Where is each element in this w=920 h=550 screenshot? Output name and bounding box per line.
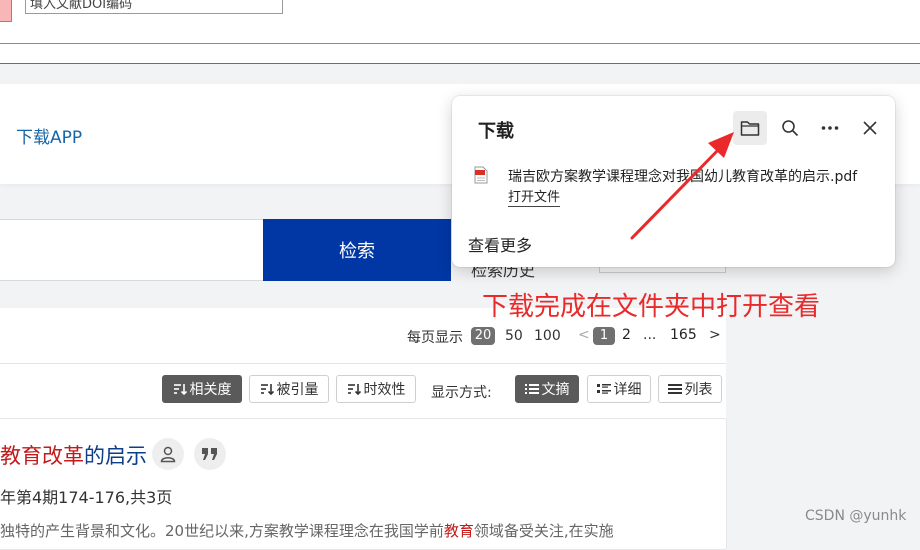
search-button[interactable]: 检索: [263, 219, 451, 281]
per-page-100[interactable]: 100: [534, 328, 561, 344]
more-icon: [821, 126, 839, 130]
result-title-highlight: 教育改革: [0, 444, 84, 468]
snippet-after: 领域备受关注,在实施: [473, 522, 614, 540]
view-detail-button[interactable]: 详细: [587, 375, 651, 403]
display-mode-label: 显示方式:: [431, 385, 492, 401]
result-snippet: 独特的产生背景和文化。20世纪以来,方案教学课程理念在我国学前教育领域备受关注,…: [0, 520, 726, 541]
per-page-20[interactable]: 20: [471, 327, 495, 345]
address-bar[interactable]: [0, 43, 920, 64]
sort-citations-button[interactable]: 被引量: [249, 375, 329, 403]
result-source: 年第4期174-176,共3页: [0, 488, 173, 507]
person-icon: [160, 446, 176, 463]
divider: [0, 363, 726, 364]
page-prev-button[interactable]: <: [578, 327, 590, 343]
see-more-link[interactable]: 查看更多: [468, 232, 532, 256]
snippet-highlight: 教育: [443, 522, 474, 540]
sort-relevance-label: 相关度: [189, 382, 232, 398]
download-file-name[interactable]: 瑞吉欧方案教学课程理念对我国幼儿教育改革的启示.pdf: [508, 166, 857, 186]
downloads-title: 下载: [478, 121, 514, 142]
sort-desc-icon: [173, 384, 187, 396]
search-input[interactable]: [0, 219, 264, 281]
download-app-link[interactable]: 下载APP: [16, 123, 82, 148]
page-1-button[interactable]: 1: [593, 327, 615, 345]
page-2-button[interactable]: 2: [622, 327, 631, 343]
red-tab-button[interactable]: [0, 0, 12, 22]
sort-desc-icon: [260, 384, 274, 396]
cite-button[interactable]: [194, 438, 226, 470]
close-flyout-button[interactable]: [853, 111, 887, 145]
view-list-label: 列表: [684, 382, 713, 398]
search-icon: [782, 120, 799, 137]
result-title-link[interactable]: 教育改革的启示: [0, 440, 147, 470]
quote-icon: [202, 448, 217, 460]
annotation-text: 下载完成在文件夹中打开查看: [482, 292, 821, 322]
view-abstract-label: 文摘: [541, 382, 570, 398]
page-ellipsis: ...: [643, 327, 657, 343]
view-detail-label: 详细: [613, 382, 642, 398]
sort-desc-icon: [347, 384, 361, 396]
sort-recency-button[interactable]: 时效性: [336, 375, 416, 403]
doi-input[interactable]: 填入文献DOI编码: [25, 0, 283, 14]
result-title-rest: 的启示: [84, 444, 147, 468]
list-bars-icon: [667, 384, 682, 394]
per-page-50[interactable]: 50: [505, 328, 523, 344]
close-icon: [863, 121, 877, 135]
more-options-button[interactable]: [813, 111, 847, 145]
snippet-before: 独特的产生背景和文化。20世纪以来,方案教学课程理念在我国学前: [0, 522, 444, 540]
folder-icon: [740, 121, 760, 136]
open-file-link[interactable]: 打开文件: [508, 190, 561, 207]
page-last-button[interactable]: 165: [670, 327, 697, 343]
list-detail-icon: [596, 384, 611, 394]
page-next-button[interactable]: >: [709, 327, 721, 343]
sort-relevance-button[interactable]: 相关度: [162, 375, 242, 403]
open-folder-button[interactable]: [733, 111, 767, 145]
view-list-button[interactable]: 列表: [658, 375, 722, 403]
pdf-file-icon: [474, 166, 488, 184]
watermark: CSDN @yunhk: [805, 508, 907, 524]
per-page-label: 每页显示: [407, 330, 463, 346]
sort-citations-label: 被引量: [276, 382, 319, 398]
author-button[interactable]: [152, 438, 184, 470]
list-lines-icon: [524, 384, 539, 394]
sort-recency-label: 时效性: [363, 382, 406, 398]
view-abstract-button[interactable]: 文摘: [515, 375, 579, 403]
search-downloads-button[interactable]: [773, 111, 807, 145]
